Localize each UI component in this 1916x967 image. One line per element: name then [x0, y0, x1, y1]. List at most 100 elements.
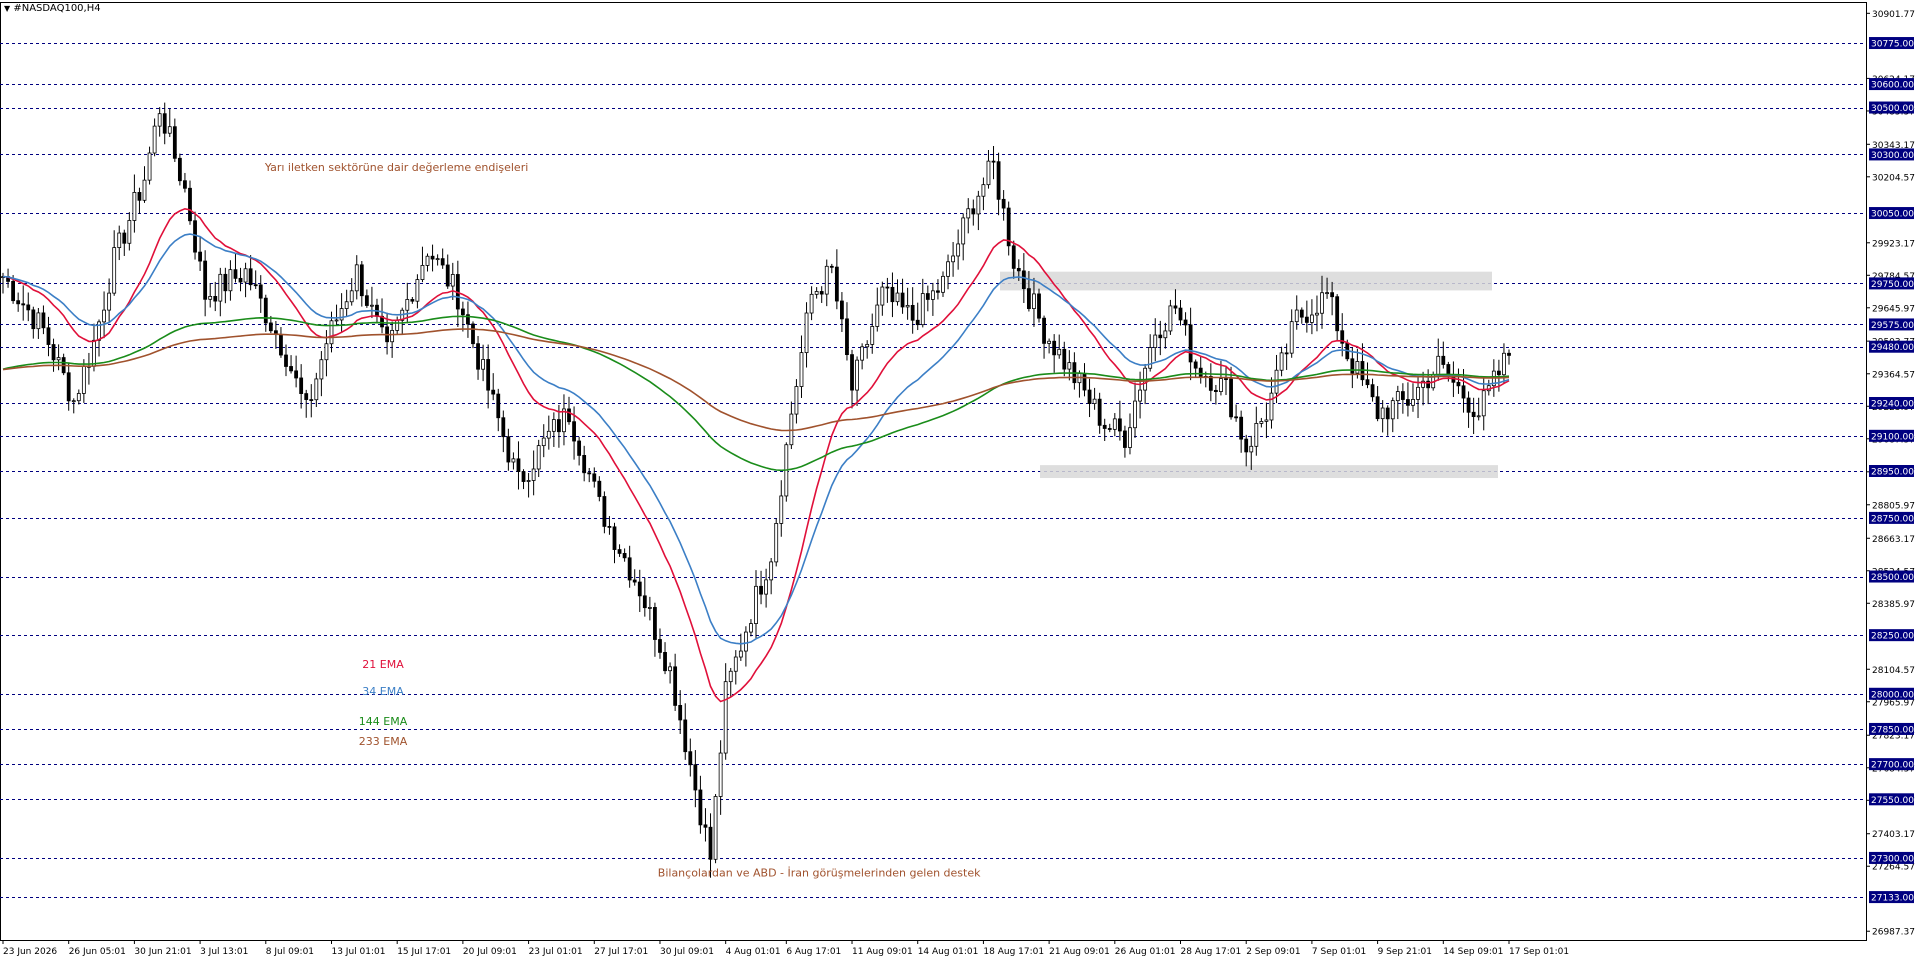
candle-body	[476, 343, 480, 370]
price-level-label: 28500.00	[1871, 573, 1914, 583]
candle-body	[208, 296, 213, 300]
candle-body	[1032, 293, 1036, 309]
range-zone	[1040, 465, 1498, 479]
price-level-label: 27700.00	[1871, 761, 1914, 771]
candle-body	[1239, 416, 1244, 440]
candle-body	[1133, 400, 1137, 429]
candle-body	[1365, 379, 1370, 386]
price-level-label: 27850.00	[1871, 725, 1914, 735]
candle-body	[1087, 389, 1092, 404]
candle-body	[1213, 389, 1218, 392]
candle-body	[1138, 389, 1142, 402]
candle-body	[708, 826, 713, 860]
x-tick-label: 6 Aug 17:01	[786, 947, 841, 957]
candle-body	[496, 393, 501, 419]
candle-body	[56, 357, 61, 361]
candle-body	[658, 639, 662, 653]
x-tick-label: 8 Jul 09:01	[266, 947, 314, 957]
candle-body	[1067, 362, 1072, 370]
candle-body	[1441, 355, 1446, 365]
x-tick-label: 30 Jun 21:01	[134, 947, 191, 957]
candle-body	[966, 208, 971, 219]
candle-body	[71, 400, 76, 403]
candle-body	[304, 393, 309, 400]
candle-body	[536, 445, 541, 470]
candle-body	[612, 526, 617, 550]
x-tick-label: 21 Aug 09:01	[1049, 947, 1110, 957]
y-tick-label: 30204.57	[1872, 173, 1915, 183]
candle-body	[279, 334, 283, 356]
candle-body	[627, 557, 632, 581]
y-tick-label: 30901.77	[1872, 10, 1915, 20]
candle-body	[567, 408, 571, 423]
candle-body	[1259, 420, 1264, 424]
candle-body	[16, 300, 21, 305]
candle-body	[1042, 317, 1046, 344]
candle-body	[157, 113, 162, 127]
candle-body	[491, 389, 496, 395]
candle-body	[1289, 321, 1294, 354]
candle-body	[986, 160, 991, 186]
candle-body	[299, 377, 304, 394]
price-level-label: 28250.00	[1871, 632, 1914, 642]
x-tick-label: 13 Jul 01:01	[331, 947, 385, 957]
price-chart[interactable]: 30901.7730624.1730485.3730343.1730204.57…	[0, 0, 1916, 963]
candle-body	[1107, 428, 1112, 430]
candle-body	[516, 458, 521, 472]
candle-body	[1092, 398, 1097, 404]
candle-body	[117, 232, 122, 248]
candle-body	[1224, 378, 1228, 380]
chart-window[interactable]: 30901.7730624.1730485.3730343.1730204.57…	[0, 0, 1916, 963]
candle-body	[1304, 316, 1309, 323]
candle-body	[203, 260, 208, 300]
candle-body	[1476, 415, 1481, 418]
candle-body	[41, 312, 46, 329]
candle-body	[1406, 399, 1410, 406]
candle-body	[663, 652, 667, 672]
candle-body	[572, 421, 576, 442]
candle-body	[248, 268, 253, 286]
legend-label: 233 EMA	[359, 735, 408, 748]
candle-body	[112, 247, 117, 294]
x-tick-label: 17 Sep 01:01	[1509, 947, 1569, 957]
candle-body	[430, 255, 435, 260]
candle-body	[617, 549, 622, 554]
candle-body	[683, 719, 688, 753]
candle-body	[370, 304, 374, 307]
candle-body	[132, 192, 137, 221]
candle-body	[359, 264, 364, 297]
candle-body	[764, 579, 769, 595]
candle-body	[1370, 384, 1375, 398]
candle-body	[789, 413, 794, 446]
candle-body	[845, 318, 849, 356]
candle-body	[435, 258, 440, 261]
candle-body	[1330, 292, 1335, 298]
candle-body	[880, 286, 885, 306]
price-level-label: 30300.00	[1871, 151, 1914, 161]
price-level-label: 29240.00	[1871, 399, 1914, 409]
chart-annotation: Bilançolardan ve ABD - İran görüşmelerin…	[658, 867, 981, 880]
candle-body	[653, 607, 657, 640]
candle-body	[1234, 416, 1239, 419]
candle-body	[587, 472, 592, 475]
candle-body	[1249, 445, 1254, 453]
chevron-down-icon[interactable]: ▼	[4, 4, 10, 13]
candle-body	[551, 419, 556, 432]
candle-body	[344, 301, 349, 309]
candle-body	[733, 656, 738, 672]
candle-body	[1158, 334, 1163, 339]
candle-body	[188, 187, 192, 222]
candle-body	[546, 430, 551, 439]
candle-body	[900, 292, 905, 308]
candle-body	[92, 339, 96, 367]
candle-body	[693, 764, 698, 791]
candle-body	[410, 299, 415, 302]
candle-body	[213, 296, 218, 302]
candle-body	[1335, 296, 1340, 332]
candle-body	[253, 284, 258, 287]
candle-body	[941, 275, 945, 293]
candle-body	[1385, 407, 1390, 420]
candle-body	[749, 623, 753, 633]
candle-body	[728, 670, 733, 683]
candle-body	[910, 304, 915, 321]
